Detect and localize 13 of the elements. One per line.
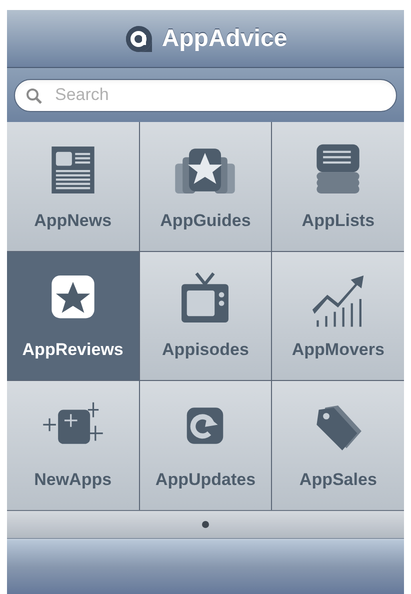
app-section-tile[interactable]: AppNews	[7, 122, 139, 250]
app-section-tile[interactable]: AppReviews	[7, 252, 139, 380]
logo-icon	[124, 24, 154, 54]
app-section-tile[interactable]: AppMovers	[272, 252, 404, 380]
app-title: AppAdvice	[162, 24, 288, 54]
app-section-tile[interactable]: AppUpdates	[140, 381, 272, 510]
search-field[interactable]: Search	[14, 78, 397, 112]
search-icon	[26, 88, 42, 104]
app-section-tile[interactable]: AppLists	[272, 122, 404, 250]
app-section-tile[interactable]: Appisodes	[140, 252, 272, 380]
app-section-tile[interactable]: NewApps	[7, 381, 139, 510]
app-section-tile[interactable]: AppGuides	[140, 122, 272, 250]
app-section-tile[interactable]: AppSales	[272, 381, 404, 510]
